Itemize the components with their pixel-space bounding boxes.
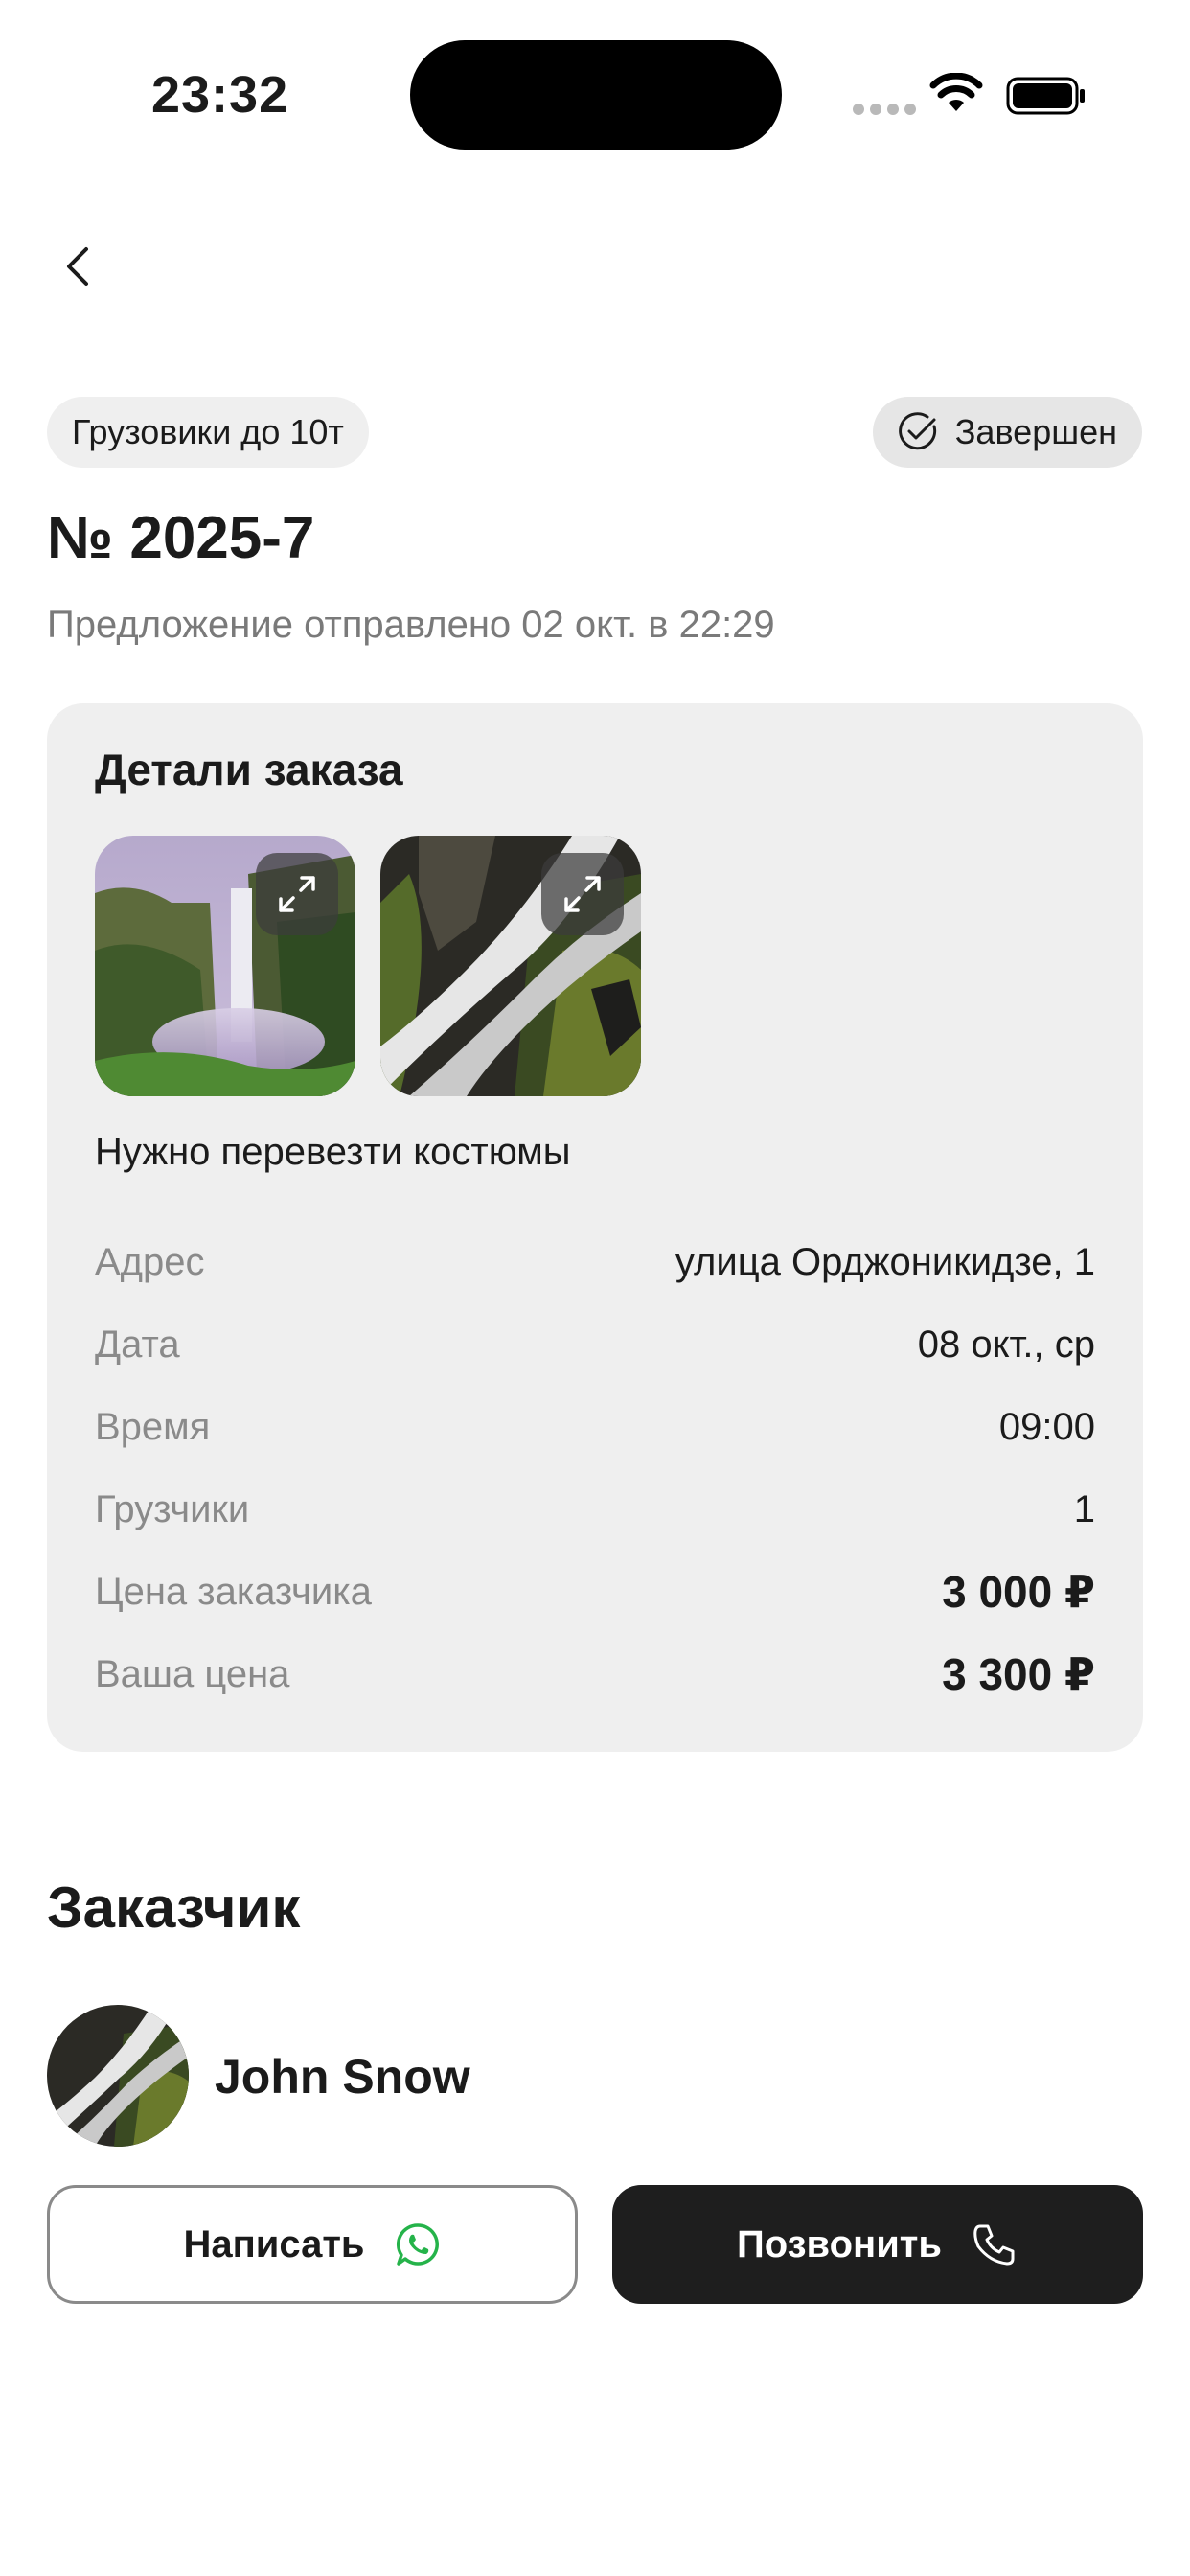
detail-value: улица Орджоникидзе, 1: [675, 1240, 1095, 1283]
detail-label: Дата: [95, 1322, 180, 1366]
call-button[interactable]: Позвонить: [612, 2185, 1143, 2304]
write-button[interactable]: Написать: [47, 2185, 578, 2304]
chevron-left-icon: [67, 247, 88, 286]
your-price-value: 3 300 ₽: [942, 1649, 1095, 1699]
detail-row-customer-price: Цена заказчика 3 000 ₽: [95, 1551, 1095, 1633]
detail-label: Грузчики: [95, 1487, 250, 1530]
avatar[interactable]: [47, 2005, 189, 2147]
order-details-screen: 23:32 Грузовики до 10т Завершен № 2025-7…: [0, 0, 1190, 2576]
details-title: Детали заказа: [95, 745, 403, 794]
status-label: Завершен: [954, 412, 1117, 451]
wifi-icon: [929, 72, 983, 115]
expand-photo-button[interactable]: [541, 853, 624, 935]
write-button-label: Написать: [183, 2222, 365, 2266]
customer-price-value: 3 000 ₽: [942, 1567, 1095, 1617]
details-rows: Адрес улица Орджоникидзе, 1 Дата 08 окт.…: [95, 1221, 1095, 1715]
category-chip: Грузовики до 10т: [47, 397, 369, 468]
detail-row-time: Время 09:00: [95, 1386, 1095, 1468]
detail-row-date: Дата 08 окт., ср: [95, 1303, 1095, 1386]
status-bar: 23:32: [0, 0, 1190, 192]
detail-label: Цена заказчика: [95, 1570, 372, 1613]
expand-photo-button[interactable]: [256, 853, 338, 935]
phone-icon: [971, 2220, 1018, 2268]
detail-label: Адрес: [95, 1240, 205, 1283]
battery-icon: [1006, 77, 1087, 115]
order-number: № 2025-7: [47, 505, 315, 571]
customer-section-title: Заказчик: [47, 1875, 301, 1940]
detail-row-loaders: Грузчики 1: [95, 1468, 1095, 1551]
customer-name: John Snow: [215, 2050, 470, 2104]
expand-icon: [564, 876, 601, 912]
cellular-signal-icon: [853, 104, 916, 115]
back-button[interactable]: [54, 240, 102, 293]
check-circle-icon: [896, 410, 940, 454]
order-description: Нужно перевезти костюмы: [95, 1131, 571, 1173]
status-time: 23:32: [151, 66, 289, 124]
whatsapp-icon: [394, 2220, 442, 2268]
expand-icon: [279, 876, 315, 912]
offer-sent-text: Предложение отправлено 02 окт. в 22:29: [47, 604, 775, 646]
detail-value: 1: [1073, 1487, 1095, 1530]
status-badge: Завершен: [872, 397, 1142, 468]
order-photo-1[interactable]: [95, 836, 355, 1096]
detail-value: 09:00: [998, 1405, 1095, 1448]
category-label: Грузовики до 10т: [72, 412, 344, 451]
detail-row-your-price: Ваша цена 3 300 ₽: [95, 1633, 1095, 1715]
dynamic-island: [410, 40, 782, 150]
detail-value: 08 окт., ср: [917, 1322, 1095, 1366]
detail-label: Время: [95, 1405, 211, 1448]
order-photo-2[interactable]: [380, 836, 641, 1096]
call-button-label: Позвонить: [737, 2222, 942, 2266]
order-details-card: Детали заказа Нужно перевезти костюмы Ад…: [47, 703, 1143, 1752]
detail-label: Ваша цена: [95, 1652, 290, 1695]
detail-row-address: Адрес улица Орджоникидзе, 1: [95, 1221, 1095, 1303]
